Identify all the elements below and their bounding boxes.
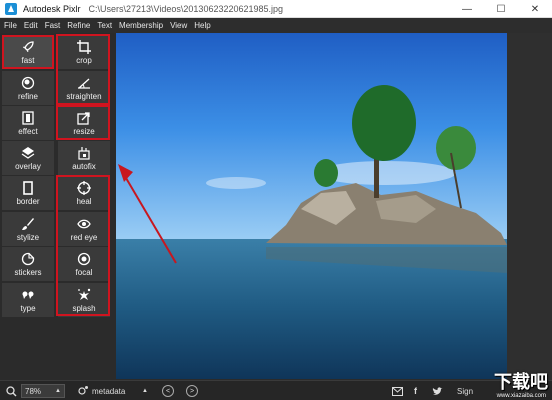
metadata-label: metadata — [92, 386, 126, 396]
photo-image — [116, 33, 507, 379]
menu-file[interactable]: File — [4, 21, 17, 30]
tool-label: straighten — [66, 91, 102, 101]
tool-resize[interactable]: resize — [58, 106, 110, 140]
tool-label: crop — [76, 55, 92, 65]
quote-icon — [20, 288, 36, 302]
photo-canvas[interactable] — [116, 33, 507, 379]
menu-bar: File Edit Fast Refine Text Membership Vi… — [0, 18, 552, 33]
minimize-button[interactable]: — — [450, 0, 484, 18]
tool-label: border — [16, 196, 40, 206]
close-button[interactable]: ✕ — [518, 0, 552, 18]
menu-refine[interactable]: Refine — [67, 21, 90, 30]
tool-label: splash — [72, 303, 96, 313]
brush-icon — [20, 217, 36, 231]
tool-label: heal — [76, 196, 92, 206]
rocket-icon — [20, 40, 36, 54]
watermark-url: www.xiazaiba.com — [496, 393, 546, 399]
menu-edit[interactable]: Edit — [24, 21, 38, 30]
tool-label: overlay — [15, 161, 41, 171]
tool-label: effect — [18, 126, 38, 136]
tool-label: stickers — [14, 267, 42, 277]
tool-label: focal — [75, 267, 93, 277]
tool-label: stylize — [16, 232, 40, 242]
border-icon — [20, 180, 36, 195]
metadata-caret-icon[interactable]: ▲ — [142, 384, 148, 398]
search-icon[interactable] — [6, 384, 17, 398]
tool-stylize[interactable]: stylize — [2, 212, 54, 246]
maximize-button[interactable]: ☐ — [484, 0, 518, 18]
watermark-logo: 下载吧 — [494, 372, 548, 393]
autofix-icon — [76, 146, 92, 160]
tool-effect[interactable]: effect — [2, 106, 54, 140]
prev-wrapper: < — [162, 384, 174, 398]
tool-stickers[interactable]: stickers — [2, 247, 54, 281]
sticker-icon — [20, 252, 36, 266]
metadata-toggle[interactable]: metadata — [78, 384, 125, 398]
menu-fast[interactable]: Fast — [45, 21, 61, 30]
next-wrapper: > — [186, 384, 198, 398]
menu-help[interactable]: Help — [194, 21, 210, 30]
tool-heal[interactable]: heal — [58, 176, 110, 210]
tool-straighten[interactable]: straighten — [58, 71, 110, 105]
resize-icon — [76, 111, 92, 125]
title-bar: Autodesk Pixlr C:\Users\27213\Videos\201… — [0, 0, 552, 18]
tool-splash[interactable]: splash — [58, 283, 110, 317]
next-button[interactable]: > — [186, 385, 198, 397]
layers-icon — [20, 146, 36, 160]
focal-icon — [76, 252, 92, 266]
straighten-icon — [76, 76, 92, 90]
film-icon — [20, 110, 36, 125]
tool-label: refine — [17, 91, 38, 101]
pixlr-logo-icon — [3, 1, 19, 17]
file-path: C:\Users\27213\Videos\20130623220621985.… — [88, 3, 284, 14]
tool-type[interactable]: type — [2, 283, 54, 317]
crop-icon — [76, 39, 92, 54]
zoom-value: 78% — [25, 386, 42, 396]
tool-label: red eye — [70, 232, 98, 242]
heal-icon — [76, 180, 92, 195]
tool-border[interactable]: border — [2, 176, 54, 210]
canvas-side-panel — [507, 33, 552, 380]
tool-label: fast — [21, 55, 35, 65]
tool-label: resize — [73, 126, 95, 136]
tool-refine[interactable]: refine — [2, 71, 54, 105]
bottom-toolbar: 78% ▲ metadata ▲ < > f Sign — [0, 380, 552, 400]
tool-autofix[interactable]: autofix — [58, 141, 110, 175]
facebook-icon[interactable]: f — [414, 384, 417, 398]
menu-text[interactable]: Text — [97, 21, 112, 30]
metadata-icon — [78, 385, 89, 398]
tool-label: type — [20, 303, 36, 313]
chevron-up-icon: ▲ — [55, 388, 61, 394]
splash-icon — [76, 288, 92, 302]
sign-in-link[interactable]: Sign — [457, 384, 473, 398]
menu-membership[interactable]: Membership — [119, 21, 163, 30]
tool-focal[interactable]: focal — [58, 247, 110, 281]
previous-button[interactable]: < — [162, 385, 174, 397]
tool-crop[interactable]: crop — [58, 35, 110, 69]
twitter-icon[interactable] — [432, 384, 443, 398]
eye-icon — [76, 217, 92, 231]
zoom-select[interactable]: 78% ▲ — [21, 384, 65, 398]
refine-icon — [20, 76, 36, 90]
tool-overlay[interactable]: overlay — [2, 141, 54, 175]
tool-label: autofix — [72, 161, 96, 171]
watermark: 下载吧 www.xiazaiba.com — [478, 368, 552, 400]
email-icon[interactable] — [392, 384, 403, 398]
tool-red-eye[interactable]: red eye — [58, 212, 110, 246]
tool-fast[interactable]: fast — [2, 35, 54, 69]
window-controls: — ☐ ✕ — [450, 0, 552, 18]
menu-view[interactable]: View — [170, 21, 187, 30]
app-title: Autodesk Pixlr — [23, 3, 81, 14]
